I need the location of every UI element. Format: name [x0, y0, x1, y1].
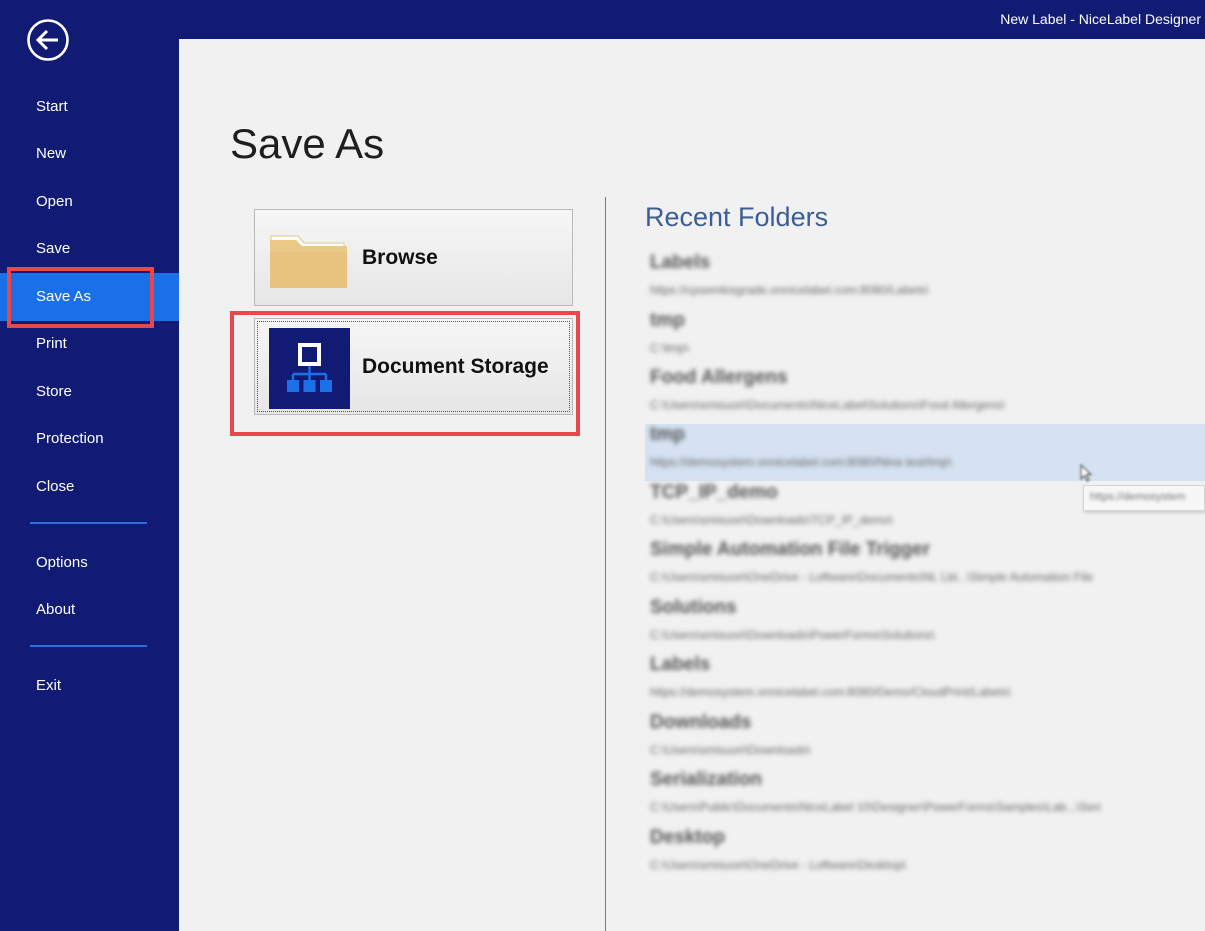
nav-store-label: Store: [36, 383, 72, 400]
tooltip-text: https://demosystem: [1090, 491, 1186, 503]
nav-store[interactable]: Store: [0, 368, 179, 416]
folder-path: C:\Users\smisuori\Downloads\: [650, 743, 811, 757]
backstage-sidebar: Start New Open Save Save As Print Store …: [0, 0, 179, 931]
nav-options-label: Options: [36, 554, 88, 571]
folder-path: C:\Users\smisuori\Documents\NiceLabel\So…: [650, 398, 1005, 412]
title-bar: New Label - NiceLabel Designer: [179, 0, 1205, 39]
recent-folders-title: Recent Folders: [645, 202, 829, 232]
nav-exit-label: Exit: [36, 677, 62, 694]
nav-close[interactable]: Close: [0, 463, 179, 511]
folder-name: Desktop: [650, 827, 725, 848]
folder-path: https://cpsemkisgrade.onnicelabel.com:80…: [650, 283, 929, 297]
nav-save-as-label: Save As: [36, 288, 92, 305]
recent-folder-item[interactable]: tmp C:\tmp\: [645, 310, 1205, 367]
folder-name: Downloads: [650, 712, 752, 733]
nav-separator: [30, 522, 147, 524]
folder-path: C:\Users\smisuori\Downloads\TCP_IP_demo\: [650, 513, 893, 527]
folder-name: tmp: [650, 424, 685, 445]
document-storage-icon: [269, 328, 350, 409]
browse-button[interactable]: Browse: [254, 209, 573, 306]
folder-name: tmp: [650, 310, 685, 331]
nav-new-label: New: [36, 145, 67, 162]
nav-open-label: Open: [36, 193, 73, 210]
folder-icon: [270, 235, 347, 288]
nav-exit[interactable]: Exit: [0, 662, 179, 710]
folder-path: C:\Users\smisuori\OneDrive - Loftware\Do…: [650, 570, 1094, 584]
recent-folder-item[interactable]: Labels https://cpsemkisgrade.onnicelabel…: [645, 252, 1205, 309]
folder-name: Simple Automation File Trigger: [650, 539, 931, 560]
nav-start[interactable]: Start: [0, 83, 179, 131]
recent-folder-item[interactable]: Food Allergens C:\Users\smisuori\Documen…: [645, 367, 1205, 424]
path-tooltip: https://demosystem: [1083, 485, 1205, 511]
nav-open[interactable]: Open: [0, 178, 179, 226]
nav-protection[interactable]: Protection: [0, 415, 179, 463]
nav-print[interactable]: Print: [0, 320, 179, 368]
nav-new[interactable]: New: [0, 130, 179, 178]
page-title: Save As: [230, 120, 385, 167]
folder-name: TCP_IP_demo: [650, 482, 778, 503]
document-storage-label: Document Storage: [362, 355, 549, 378]
mouse-cursor-icon: [1080, 464, 1093, 482]
folder-path: C:\Users\smisuori\OneDrive - Loftware\De…: [650, 858, 907, 872]
recent-folder-item[interactable]: Serialization C:\Users\Public\Documents\…: [645, 769, 1205, 826]
nav-save-as[interactable]: Save As: [0, 273, 179, 321]
nav-save-label: Save: [36, 240, 71, 257]
folder-path: https://demosystem.onnicelabel.com:8080/…: [650, 455, 952, 469]
nav-protection-label: Protection: [36, 430, 104, 447]
nav-about[interactable]: About: [0, 586, 179, 634]
folder-path: C:\tmp\: [650, 341, 689, 355]
recent-folder-item[interactable]: Solutions C:\Users\smisuori\Downloads\Po…: [645, 597, 1205, 654]
nav-print-label: Print: [36, 335, 67, 352]
document-storage-button[interactable]: Document Storage: [254, 318, 573, 415]
folder-path: C:\Users\Public\Documents\NiceLabel 10\D…: [650, 800, 1101, 814]
nav-start-label: Start: [36, 98, 68, 115]
back-button[interactable]: [26, 18, 70, 62]
folder-name: Food Allergens: [650, 367, 788, 388]
recent-folder-item[interactable]: Labels https://demosystem.onnicelabel.co…: [645, 654, 1205, 711]
folder-name: Labels: [650, 252, 711, 273]
folder-name: Solutions: [650, 597, 737, 618]
recent-folder-item-selected[interactable]: tmp https://demosystem.onnicelabel.com:8…: [645, 424, 1205, 481]
nav-close-label: Close: [36, 478, 75, 495]
vertical-divider: [605, 197, 606, 931]
folder-path: C:\Users\smisuori\Downloads\PowerForms\S…: [650, 628, 935, 642]
recent-folder-item[interactable]: Simple Automation File Trigger C:\Users\…: [645, 539, 1205, 596]
nav-about-label: About: [36, 601, 76, 618]
recent-folder-item[interactable]: Downloads C:\Users\smisuori\Downloads\: [645, 712, 1205, 769]
folder-name: Labels: [650, 654, 711, 675]
folder-path: https://demosystem.onnicelabel.com:8080/…: [650, 685, 1011, 699]
folder-name: Serialization: [650, 769, 762, 790]
nav-separator: [30, 645, 147, 647]
back-arrow-icon: [27, 19, 69, 61]
window-title: New Label - NiceLabel Designer: [1000, 11, 1201, 27]
nav-save[interactable]: Save: [0, 225, 179, 273]
nav-options[interactable]: Options: [0, 539, 179, 587]
browse-label: Browse: [362, 246, 438, 269]
recent-folder-item[interactable]: Desktop C:\Users\smisuori\OneDrive - Lof…: [645, 827, 1205, 884]
